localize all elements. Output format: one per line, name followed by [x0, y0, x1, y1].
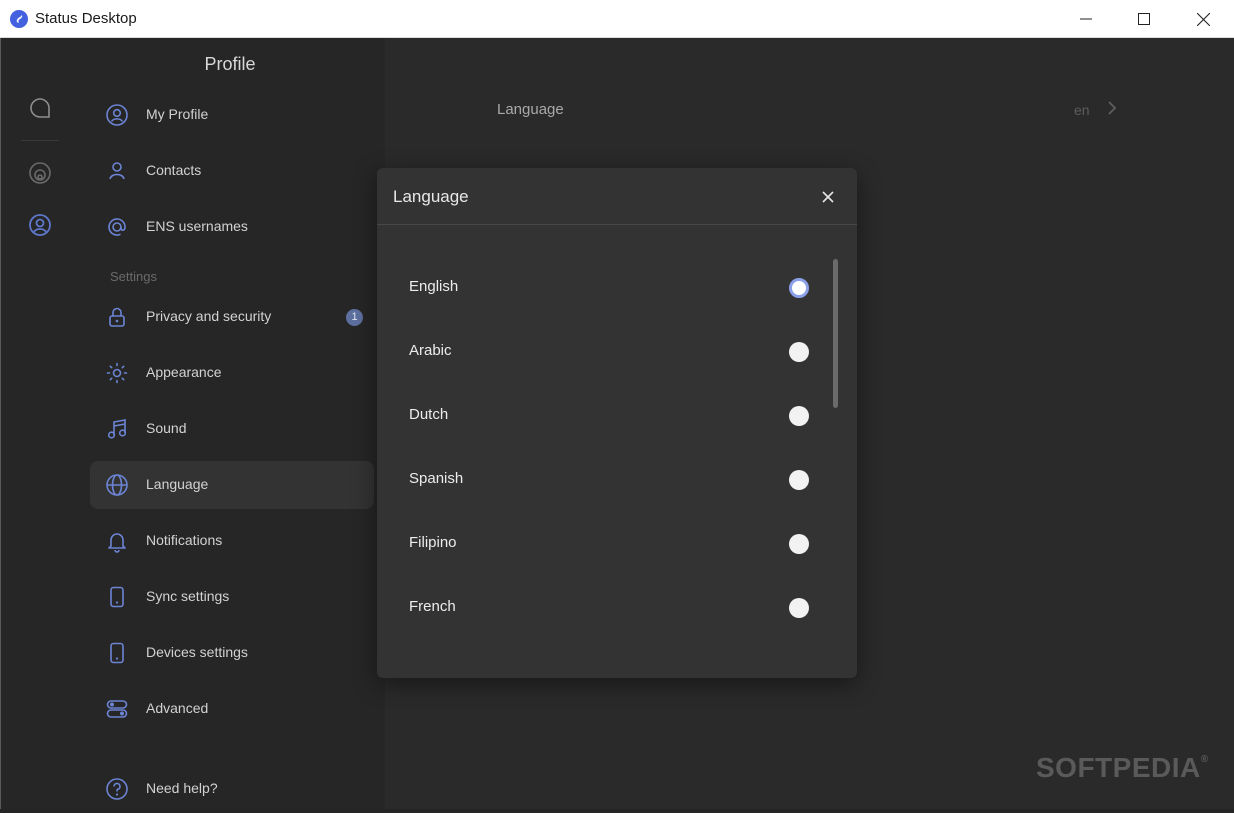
at-icon: [108, 218, 126, 236]
language-option-label: Dutch: [409, 406, 449, 423]
language-option-label: English: [409, 278, 459, 295]
language-option-french[interactable]: French: [377, 584, 827, 632]
radio-button[interactable]: [789, 406, 809, 426]
radio-button[interactable]: [789, 534, 809, 554]
lock-icon: [109, 307, 125, 327]
sidebar-item-notifications[interactable]: Notifications: [90, 517, 374, 565]
chat-icon[interactable]: [25, 93, 55, 123]
window-title: Status Desktop: [35, 10, 137, 27]
minimize-icon: [1080, 18, 1092, 20]
registered-mark: ®: [1200, 754, 1209, 765]
language-setting-value: en: [1074, 102, 1090, 118]
radio-button[interactable]: [789, 470, 809, 490]
bell-icon: [108, 533, 126, 553]
language-option-label: Spanish: [409, 470, 464, 487]
radio-button[interactable]: [789, 598, 809, 618]
sidebar-item-contacts[interactable]: Contacts: [90, 147, 374, 195]
sidebar-item-label: Sync settings: [146, 588, 230, 604]
notification-badge: 1: [346, 309, 363, 326]
language-dialog: Language English Arabic Dutch Spanish Fi…: [377, 168, 857, 678]
close-icon: [822, 191, 834, 203]
sidebar-item-sound[interactable]: Sound: [90, 405, 374, 453]
sidebar-item-label: Contacts: [146, 162, 202, 178]
title-bar: Status Desktop: [0, 0, 1234, 38]
globe-icon: [106, 474, 128, 496]
language-option-dutch[interactable]: Dutch: [377, 392, 827, 440]
contact-icon: [109, 162, 125, 180]
sidebar-item-my-profile[interactable]: My Profile: [90, 91, 374, 139]
radio-button-selected[interactable]: [789, 278, 809, 298]
language-option-filipino[interactable]: Filipino: [377, 520, 827, 568]
language-option-label: Filipino: [409, 534, 457, 551]
sidebar-item-label: Appearance: [146, 364, 222, 380]
nav-rail: [1, 38, 75, 809]
sidebar-item-label: Sound: [146, 420, 187, 436]
settings-section-label: Settings: [110, 269, 157, 284]
sidebar-item-appearance[interactable]: Appearance: [90, 349, 374, 397]
language-option-spanish[interactable]: Spanish: [377, 456, 827, 504]
minimize-button[interactable]: [1057, 0, 1115, 38]
sidebar-item-label: Language: [146, 476, 209, 492]
rail-divider: [21, 140, 59, 141]
sidebar-item-label: Need help?: [146, 780, 218, 796]
phone-icon: [110, 586, 124, 608]
sidebar-item-label: Notifications: [146, 532, 223, 548]
sidebar-item-label: Privacy and security: [146, 308, 272, 324]
sidebar-item-need-help[interactable]: Need help?: [90, 765, 374, 813]
maximize-icon: [1138, 13, 1150, 25]
dialog-header: Language: [377, 168, 857, 225]
help-circle-icon: [106, 778, 128, 800]
sidebar-item-label: My Profile: [146, 106, 209, 122]
sidebar-item-label: ENS usernames: [146, 218, 248, 234]
browser-icon[interactable]: [25, 158, 55, 188]
phone-icon: [110, 642, 124, 664]
profile-sidebar: Profile My Profile Contacts ENS username…: [75, 38, 385, 809]
chevron-right-icon[interactable]: [1105, 98, 1119, 118]
language-option-english[interactable]: English: [377, 264, 827, 312]
sidebar-item-language[interactable]: Language: [90, 461, 374, 509]
close-icon: [1196, 12, 1210, 26]
sun-icon: [106, 362, 128, 384]
app-logo-icon: [10, 10, 28, 28]
profile-icon[interactable]: [25, 210, 55, 240]
softpedia-watermark: SOFTPEDIA®: [1036, 752, 1209, 784]
dialog-close-button[interactable]: [817, 186, 839, 208]
maximize-button[interactable]: [1115, 0, 1173, 38]
language-option-label: Arabic: [409, 342, 452, 359]
language-setting-label[interactable]: Language: [497, 101, 564, 118]
language-option-label: French: [409, 598, 456, 615]
dialog-title: Language: [393, 187, 469, 206]
sidebar-item-sync-settings[interactable]: Sync settings: [90, 573, 374, 621]
dialog-scrollbar[interactable]: [833, 259, 838, 408]
watermark-text: SOFTPEDIA: [1036, 752, 1201, 783]
music-note-icon: [107, 419, 127, 439]
sidebar-item-advanced[interactable]: Advanced: [90, 685, 374, 733]
sidebar-title: Profile: [204, 54, 256, 74]
user-circle-icon: [106, 104, 128, 126]
sidebar-item-privacy-and-security[interactable]: Privacy and security 1: [90, 293, 374, 341]
sidebar-item-label: Advanced: [146, 700, 209, 716]
close-window-button[interactable]: [1174, 0, 1232, 38]
sidebar-item-devices-settings[interactable]: Devices settings: [90, 629, 374, 677]
sliders-icon: [106, 700, 128, 718]
radio-button[interactable]: [789, 342, 809, 362]
sidebar-item-ens-usernames[interactable]: ENS usernames: [90, 203, 374, 251]
sidebar-item-label: Devices settings: [146, 644, 248, 660]
language-option-arabic[interactable]: Arabic: [377, 328, 827, 376]
